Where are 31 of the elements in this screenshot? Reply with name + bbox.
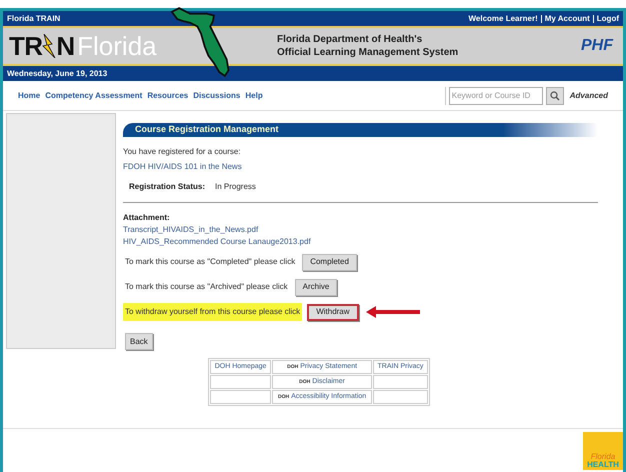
nav-link[interactable]: Competency Assessment [45, 90, 142, 102]
attachment-link[interactable]: HIV_AIDS_Recommended Course Lanauge2013.pdf [123, 236, 603, 248]
action-button[interactable]: Completed [302, 254, 357, 270]
registered-text: You have registered for a course: [123, 146, 242, 158]
nav-link[interactable]: Discussions [193, 90, 240, 102]
attachment-label: Attachment: [123, 212, 171, 224]
action-button[interactable]: Withdraw [307, 304, 359, 320]
status-label: Registration Status: [129, 181, 206, 193]
account-link[interactable]: Logof [596, 12, 619, 24]
attachment-link[interactable]: Transcript_HIVAIDS_in_the_News.pdf [123, 224, 603, 236]
section-header: Course Registration Management [123, 123, 598, 137]
action-text: To withdraw yourself from this course please click [123, 303, 302, 321]
banner-title: Florida Department of Health's [277, 33, 424, 46]
florida-health-logo: Florida HEALTH [583, 432, 623, 470]
nav-link[interactable]: Help [245, 90, 263, 102]
nav-link[interactable]: Resources [147, 90, 188, 102]
back-button[interactable]: Back [125, 333, 153, 350]
action-text: To mark this course as "Archived" please click [124, 281, 289, 293]
welcome-text: Welcome Learner! [468, 12, 538, 24]
nav-link[interactable]: Home [18, 90, 40, 102]
banner-title: Official Learning Management System [277, 46, 458, 59]
status-value: In Progress [215, 181, 256, 193]
course-link[interactable]: FDOH HIV/AIDS 101 in the News [123, 161, 603, 173]
site-name: Florida TRAIN [7, 12, 60, 24]
partner-logo: PHF [581, 36, 613, 56]
search-field[interactable]: Keyword or Course ID [448, 86, 543, 104]
action-text: To mark this course as "Completed" please click [124, 256, 296, 268]
advanced-link[interactable]: Advanced [570, 90, 608, 102]
date-text: Wednesday, June 19, 2013 [7, 68, 108, 80]
account-link[interactable]: My Account [544, 12, 590, 24]
action-button[interactable]: Archive [294, 278, 338, 296]
